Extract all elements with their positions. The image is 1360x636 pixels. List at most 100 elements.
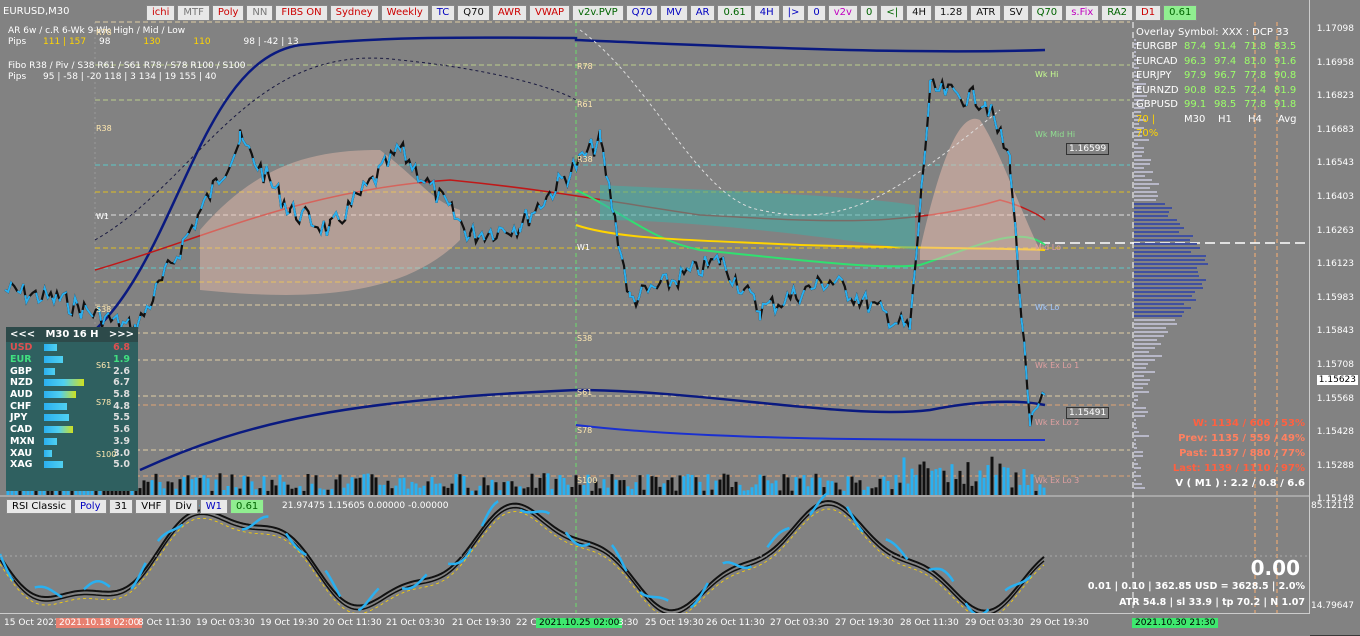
strength-row: AUD 5.8 (6, 389, 138, 401)
price-tick: 1.16683 (1316, 124, 1354, 135)
toolbar-button-3[interactable]: NN (246, 5, 274, 21)
sub-button-3[interactable]: VHF (135, 499, 168, 514)
price-tick: 1.16543 (1316, 158, 1354, 169)
toolbar-button-17[interactable]: |> (781, 5, 806, 21)
price-tick: 1.15983 (1316, 292, 1354, 303)
oscillator-line (0, 504, 1045, 616)
sub-button-0[interactable]: RSI Classic (6, 499, 73, 514)
strength-value: 2.6 (113, 365, 130, 377)
strength-currency: CHF (10, 400, 32, 412)
toolbar-button-1[interactable]: MTF (177, 5, 210, 21)
price-tick: 1.16403 (1316, 192, 1354, 202)
level-label-mid: S100 (577, 476, 598, 485)
strength-prev-button[interactable]: <<< (10, 329, 35, 340)
strength-row: EUR 1.9 (6, 354, 138, 366)
sub-button-5[interactable]: W1 (199, 499, 229, 514)
toolbar-button-22[interactable]: 4H (906, 5, 932, 21)
tf-m30: M30 (1184, 113, 1206, 125)
toolbar-button-8[interactable]: Q70 (457, 5, 490, 21)
level-label-inner: S61 (96, 361, 112, 370)
toolbar-button-30[interactable]: 0.61 (1163, 5, 1198, 21)
toolbar-button-4[interactable]: FIBS ON (275, 5, 328, 21)
toolbar-button-16[interactable]: 4H (753, 5, 780, 21)
strength-value: 6.8 (113, 342, 130, 354)
strength-value: 1.9 (113, 354, 130, 366)
toolbar-button-25[interactable]: SV (1003, 5, 1029, 21)
strength-currency: CAD (10, 424, 33, 436)
chart-area[interactable]: EURUSD,M30 AR 6w / c.R 6-Wk 9-Wk High / … (0, 0, 1360, 636)
toolbar-button-15[interactable]: 0.61 (717, 5, 752, 21)
time-tick: 25 Oct 19:30 (645, 618, 704, 628)
overlay-value: 77.8 (1244, 99, 1267, 110)
overlay-value: 72.4 (1244, 84, 1267, 96)
price-tick: 1.16123 (1316, 259, 1354, 270)
time-tick: 21 Oct 19:30 (452, 618, 511, 628)
toolbar-button-23[interactable]: 1.28 (933, 5, 969, 21)
tf-h1: H1 (1218, 113, 1232, 125)
toolbar-button-10[interactable]: VWAP (529, 5, 571, 21)
overlay-row: EURGBP 87.4 91.4 71.8 83.5 (1136, 40, 1302, 55)
level-label-right: Wk Ex Lo 2 (1035, 418, 1080, 427)
overlay-value: 96.7 (1214, 70, 1237, 81)
strength-currency: MXN (10, 435, 35, 447)
toolbar-button-20[interactable]: 0 (859, 5, 879, 21)
toolbar-button-28[interactable]: RA2 (1101, 5, 1134, 21)
toolbar-button-11[interactable]: v2v.PVP (572, 5, 624, 21)
level-label-left: S38 (96, 305, 112, 314)
toolbar-button-27[interactable]: s.Fix (1065, 5, 1100, 21)
strength-currency: XAU (10, 447, 33, 459)
level-label-right: Mid Lo (1035, 243, 1061, 252)
price-tick: 1.17098 (1316, 24, 1354, 34)
sub-tick-top: 85.12112 (1311, 501, 1354, 511)
toolbar-button-7[interactable]: TC (430, 5, 456, 21)
pips-label: Pips (8, 37, 27, 47)
sub-button-1[interactable]: Poly (74, 499, 107, 514)
toolbar-button-29[interactable]: D1 (1135, 5, 1162, 21)
toolbar-button-24[interactable]: ATR (970, 5, 1002, 21)
pips-value-4: 110 (193, 37, 211, 47)
time-tick: 29 Oct 03:30 (965, 618, 1024, 628)
overlay-value: 90.8 (1184, 84, 1207, 96)
time-tick: 2021.10.18 02:00 (56, 618, 143, 628)
time-axis[interactable]: 15 Oct 2021 2021.10.18 02:00 8 Oct 11:30 19… (0, 613, 1310, 636)
toolbar-button-21[interactable]: <| (880, 5, 905, 21)
overlay-symbol: EURJPY (1136, 70, 1172, 81)
level-label-left: W1 (96, 212, 109, 221)
toolbar-button-5[interactable]: Sydney (329, 5, 379, 21)
toolbar-button-6[interactable]: Weekly (380, 5, 429, 21)
strength-row: XAG 5.0 (6, 459, 138, 471)
price-tick: 1.15568 (1316, 393, 1354, 404)
toolbar-button-19[interactable]: v2v (827, 5, 858, 21)
strength-bar (44, 437, 57, 445)
level-label-right: Wk Mid Hi (1035, 130, 1076, 139)
strength-bar (44, 379, 84, 387)
toolbar-button-26[interactable]: Q70 (1030, 5, 1064, 21)
sub-button-4[interactable]: Div (169, 499, 198, 514)
strength-value: 3.9 (113, 435, 130, 447)
strength-next-button[interactable]: >>> (109, 329, 134, 340)
toolbar-button-0[interactable]: ichi (146, 5, 176, 21)
price-axis[interactable]: 1.17098 1.16958 1.16823 1.16683 1.16543 1.164… (1309, 0, 1360, 635)
sub-button-6[interactable]: 0.61 (230, 499, 265, 514)
toolbar-button-14[interactable]: AR (689, 5, 716, 21)
level-label-mid: S38 (577, 334, 593, 343)
toolbar-button-2[interactable]: Poly (211, 5, 245, 21)
strength-bar (44, 367, 55, 375)
toolbar-button-13[interactable]: MV (660, 5, 688, 21)
subwindow-toolbar: RSI Classic Poly 31 VHF Div W1 0.61 (6, 499, 265, 514)
toolbar-button-12[interactable]: Q70 (625, 5, 659, 21)
strength-currency: NZD (10, 377, 33, 389)
time-tick: 29 Oct 19:30 (1030, 618, 1089, 628)
toolbar-button-18[interactable]: 0 (807, 5, 826, 21)
strength-row: NZD 6.7 (6, 377, 138, 389)
strength-row: JPY 5.5 (6, 412, 138, 424)
oscillator-line (0, 508, 1045, 620)
level-label-right: Wk Hi (1035, 70, 1059, 79)
level-label-inner: S100 (96, 450, 117, 459)
sub-button-2[interactable]: 31 (108, 499, 134, 514)
strength-currency: AUD (10, 389, 33, 401)
price-tick: 1.15288 (1316, 460, 1354, 471)
toolbar-button-9[interactable]: AWR (491, 5, 528, 21)
price-tick: 1.15843 (1316, 326, 1354, 337)
strength-value: 4.8 (113, 400, 130, 412)
